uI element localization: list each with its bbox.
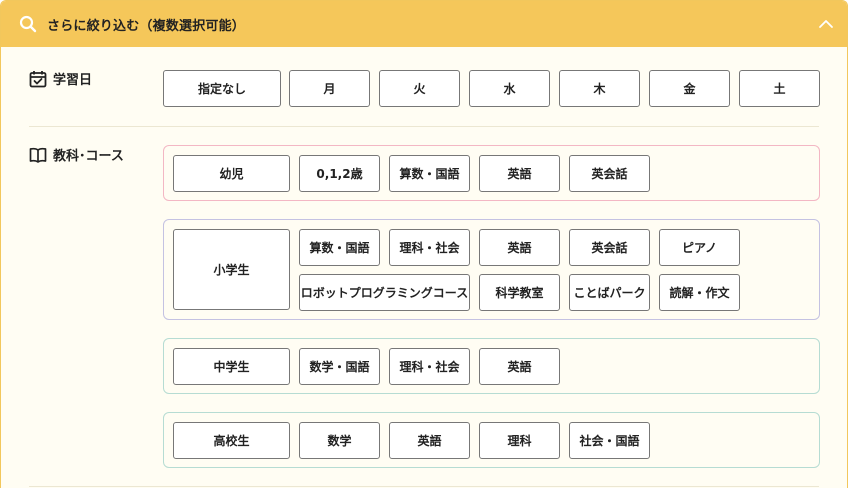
day-option-none[interactable]: 指定なし — [163, 70, 281, 107]
subject-label-text: 教科･コース — [53, 149, 124, 164]
search-icon — [19, 15, 37, 33]
course-elem-math-japanese[interactable]: 算数・国語 — [299, 229, 380, 266]
course-elem-kotoba-park[interactable]: ことばパーク — [569, 274, 650, 311]
calendar-check-icon — [29, 70, 47, 87]
course-elem-english-conversation[interactable]: 英会話 — [569, 229, 650, 266]
course-high[interactable]: 高校生 — [173, 422, 290, 459]
course-infant-english-conversation[interactable]: 英会話 — [569, 155, 650, 192]
filter-header[interactable]: さらに絞り込む（複数選択可能） — [1, 1, 847, 47]
course-high-english[interactable]: 英語 — [389, 422, 470, 459]
course-high-social-japanese[interactable]: 社会・国語 — [569, 422, 650, 459]
section-divider-bottom — [29, 486, 819, 487]
course-junior[interactable]: 中学生 — [173, 348, 290, 385]
course-elem-science-social[interactable]: 理科・社会 — [389, 229, 470, 266]
course-elem-reading-writing[interactable]: 読解・作文 — [659, 274, 740, 311]
course-elem-english[interactable]: 英語 — [479, 229, 560, 266]
day-option-thu[interactable]: 木 — [559, 70, 640, 107]
day-option-wed[interactable]: 水 — [469, 70, 550, 107]
day-option-fri[interactable]: 金 — [649, 70, 730, 107]
course-infant[interactable]: 幼児 — [173, 155, 290, 192]
course-high-science[interactable]: 理科 — [479, 422, 560, 459]
course-junior-english[interactable]: 英語 — [479, 348, 560, 385]
course-infant-math-japanese[interactable]: 算数・国語 — [389, 155, 470, 192]
filter-panel: さらに絞り込む（複数選択可能） 学習日 指定なし 月 火 水 木 金 土 教科･… — [0, 0, 848, 488]
day-option-sat[interactable]: 土 — [739, 70, 820, 107]
course-junior-science-social[interactable]: 理科・社会 — [389, 348, 470, 385]
course-elem-piano[interactable]: ピアノ — [659, 229, 740, 266]
section-divider — [29, 126, 819, 127]
subject-label: 教科･コース — [29, 145, 124, 164]
course-elem-robot-programming[interactable]: ロボットプログラミングコース — [299, 274, 470, 311]
day-option-tue[interactable]: 火 — [379, 70, 460, 107]
filter-title: さらに絞り込む（複数選択可能） — [47, 19, 246, 34]
day-label: 学習日 — [29, 69, 92, 88]
course-high-math[interactable]: 数学 — [299, 422, 380, 459]
book-open-icon — [29, 147, 47, 163]
course-junior-math-japanese[interactable]: 数学・国語 — [299, 348, 380, 385]
course-elem-science-class[interactable]: 科学教室 — [479, 274, 560, 311]
course-elementary[interactable]: 小学生 — [173, 229, 290, 310]
chevron-up-icon[interactable] — [817, 15, 835, 33]
course-infant-english[interactable]: 英語 — [479, 155, 560, 192]
day-label-text: 学習日 — [53, 73, 93, 88]
day-option-mon[interactable]: 月 — [289, 70, 370, 107]
course-infant-012[interactable]: 0,1,2歳 — [299, 155, 380, 192]
